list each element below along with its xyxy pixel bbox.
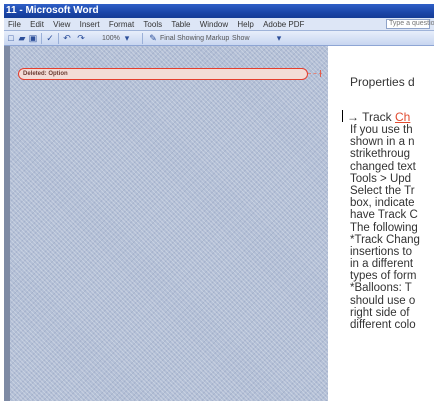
zoom-box[interactable]: 100%: [102, 31, 120, 46]
toolbar-separator: [58, 33, 59, 44]
toolbar-separator: [142, 33, 143, 44]
menu-window[interactable]: Window: [200, 18, 228, 31]
text-line: types of form: [350, 270, 417, 283]
display-for-review-select[interactable]: Final Showing Markup: [160, 31, 229, 46]
spelling-icon[interactable]: ✓: [45, 33, 55, 43]
text-line: strikethroug: [350, 148, 411, 161]
menu-adobe-pdf[interactable]: Adobe PDF: [263, 18, 304, 31]
text-line: in a different: [350, 258, 414, 271]
toolbar-separator: [41, 33, 42, 44]
menu-tools[interactable]: Tools: [143, 18, 162, 31]
deletion-balloon[interactable]: Deleted: Option: [18, 68, 308, 80]
menu-bar: File Edit View Insert Format Tools Table…: [4, 18, 434, 31]
text-line: *Track Chang: [350, 233, 420, 246]
text-line: insertions to: [350, 245, 413, 258]
text-line: box, indicate: [350, 197, 415, 210]
title-bar: 11 - Microsoft Word: [4, 4, 434, 18]
text-line: right side of: [350, 306, 410, 319]
track-changes-heading: → Track Ch: [347, 110, 410, 124]
reviewing-pane-icon[interactable]: ✎: [148, 33, 158, 43]
balloon-anchor-mark: [320, 70, 321, 77]
text-line: *Balloons: T: [350, 282, 412, 295]
text-line: shown in a n: [350, 136, 415, 149]
undo-icon[interactable]: ↶: [62, 33, 72, 43]
redo-icon[interactable]: ↷: [76, 33, 86, 43]
menu-file[interactable]: File: [8, 18, 21, 31]
text-line: have Track C: [350, 209, 418, 222]
menu-view[interactable]: View: [53, 18, 70, 31]
inserted-text: Ch: [395, 110, 411, 124]
menu-table[interactable]: Table: [171, 18, 190, 31]
window-title: 11 - Microsoft Word: [6, 5, 99, 16]
text-line: should use o: [350, 294, 416, 307]
track-prefix: → Track: [347, 110, 396, 124]
show-menu-button[interactable]: Show: [232, 31, 250, 46]
text-line: The following: [350, 221, 418, 234]
page-heading: Properties d: [350, 75, 415, 89]
document-page[interactable]: Properties d → Track Ch If you use th sh…: [328, 46, 434, 401]
text-line: different colo: [350, 319, 416, 331]
text-line: If you use th: [350, 124, 413, 136]
chevron-down-icon[interactable]: ▾: [274, 33, 284, 43]
menu-edit[interactable]: Edit: [30, 18, 44, 31]
open-folder-icon[interactable]: ▰: [17, 33, 27, 43]
menu-format[interactable]: Format: [109, 18, 134, 31]
text-cursor: [342, 110, 343, 122]
chevron-down-icon[interactable]: ▾: [122, 33, 132, 43]
text-line: Tools > Upd: [350, 172, 412, 185]
ask-question-box[interactable]: Type a question: [386, 19, 434, 29]
new-document-icon[interactable]: □: [6, 33, 16, 43]
save-icon[interactable]: ▣: [28, 33, 38, 43]
body-text: If you use th shown in a n strikethroug …: [350, 124, 434, 331]
text-line: Select the Tr: [350, 184, 415, 197]
word-window: 11 - Microsoft Word File Edit View Inser…: [4, 4, 434, 401]
deletion-balloon-label: Deleted: Option: [23, 71, 68, 77]
menu-insert[interactable]: Insert: [80, 18, 100, 31]
toolbar: □ ▰ ▣ ✓ ↶ ↷ 100% ▾ ✎ Final Showing Marku…: [4, 31, 434, 46]
text-line: changed text: [350, 160, 416, 173]
menu-help[interactable]: Help: [237, 18, 253, 31]
